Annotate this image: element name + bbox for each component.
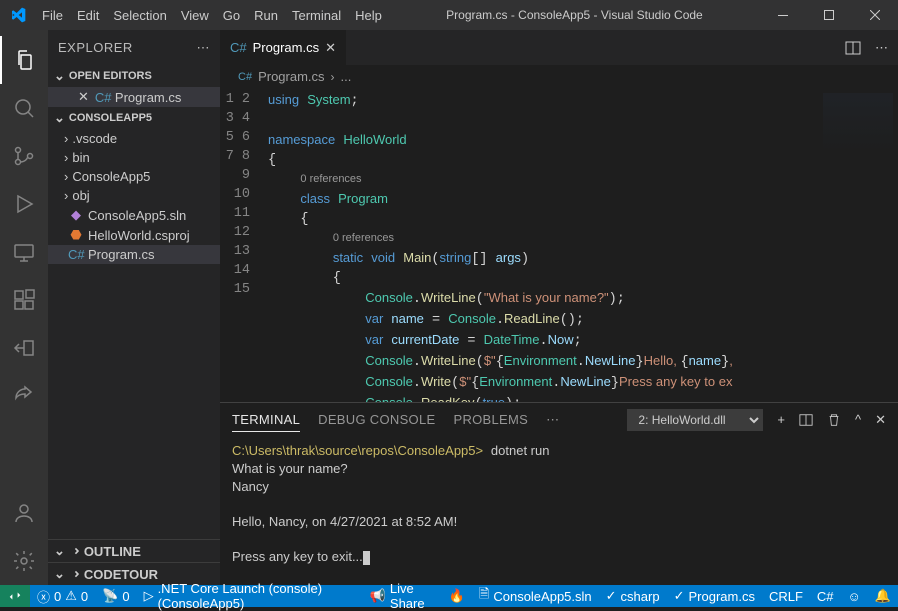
vscode-logo bbox=[0, 7, 35, 23]
status-flame[interactable]: 🔥 bbox=[442, 585, 472, 607]
maximize-button[interactable] bbox=[806, 0, 852, 30]
panel: TERMINAL DEBUG CONSOLE PROBLEMS ⋯ 2: Hel… bbox=[220, 402, 898, 585]
debug-console-tab[interactable]: DEBUG CONSOLE bbox=[318, 412, 435, 427]
explorer-icon[interactable] bbox=[0, 36, 48, 84]
remote-window-icon[interactable] bbox=[0, 324, 48, 372]
explorer-more-icon[interactable]: ⋯ bbox=[197, 40, 211, 56]
editor-area: C# Program.cs ✕ ⋯ C# Program.cs › ... 1 … bbox=[220, 30, 898, 585]
breadcrumb-item[interactable]: Program.cs bbox=[258, 69, 324, 84]
maximize-panel-icon[interactable]: ^ bbox=[855, 412, 861, 427]
menu-edit[interactable]: Edit bbox=[70, 8, 106, 23]
tree-item[interactable]: .vscode bbox=[48, 129, 220, 148]
status-errors[interactable]: ⓧ 0 ⚠ 0 bbox=[30, 587, 95, 606]
explorer-title: EXPLORER bbox=[58, 40, 133, 55]
close-tab-icon[interactable]: ✕ bbox=[325, 40, 336, 56]
terminal-selector[interactable]: 2: HelloWorld.dll bbox=[627, 409, 763, 431]
problems-tab[interactable]: PROBLEMS bbox=[453, 412, 528, 427]
tab-label: Program.cs bbox=[253, 40, 319, 55]
split-editor-icon[interactable] bbox=[845, 40, 861, 56]
tree-item[interactable]: ◆ConsoleApp5.sln bbox=[48, 205, 220, 225]
csharp-icon: C# bbox=[238, 71, 252, 83]
status-csharp[interactable]: ✓ csharp bbox=[599, 585, 667, 607]
status-ports[interactable]: 📡 0 bbox=[95, 588, 136, 604]
terminal-output[interactable]: C:\Users\thrak\source\repos\ConsoleApp5>… bbox=[220, 436, 898, 585]
menu-go[interactable]: Go bbox=[216, 8, 247, 23]
menu-run[interactable]: Run bbox=[247, 8, 285, 23]
run-debug-icon[interactable] bbox=[0, 180, 48, 228]
menu-selection[interactable]: Selection bbox=[106, 8, 173, 23]
csharp-icon: C# bbox=[95, 90, 111, 105]
status-eol[interactable]: CRLF bbox=[762, 585, 810, 607]
kill-terminal-icon[interactable] bbox=[827, 413, 841, 427]
menu-file[interactable]: File bbox=[35, 8, 70, 23]
tree-item[interactable]: ⬣HelloWorld.csproj bbox=[48, 225, 220, 245]
file-label: Program.cs bbox=[115, 90, 181, 105]
close-panel-icon[interactable]: ✕ bbox=[875, 412, 886, 428]
tree-item[interactable]: obj bbox=[48, 186, 220, 205]
status-bar: ⓧ 0 ⚠ 0 📡 0 ▷ .NET Core Launch (console)… bbox=[0, 585, 898, 607]
project-section[interactable]: CONSOLEAPP5 bbox=[48, 107, 220, 129]
status-feedback-icon[interactable]: ☺ bbox=[841, 585, 868, 607]
breadcrumb[interactable]: C# Program.cs › ... bbox=[220, 65, 898, 88]
panel-more-icon[interactable]: ⋯ bbox=[546, 412, 559, 428]
split-terminal-icon[interactable] bbox=[799, 413, 813, 427]
tree-item[interactable]: bin bbox=[48, 148, 220, 167]
new-terminal-icon[interactable]: + bbox=[777, 412, 785, 427]
menu-view[interactable]: View bbox=[174, 8, 216, 23]
status-sln[interactable]: 🗎 ConsoleApp5.sln bbox=[472, 585, 599, 607]
open-editors-section[interactable]: OPEN EDITORS bbox=[48, 65, 220, 87]
window-title: Program.cs - ConsoleApp5 - Visual Studio… bbox=[389, 8, 760, 22]
menu-terminal[interactable]: Terminal bbox=[285, 8, 348, 23]
sidebar: EXPLORER ⋯ OPEN EDITORS ✕ C# Program.cs … bbox=[48, 30, 220, 585]
status-lang[interactable]: C# bbox=[810, 585, 841, 607]
source-control-icon[interactable] bbox=[0, 132, 48, 180]
share-icon[interactable] bbox=[0, 372, 48, 420]
close-editor-icon[interactable]: ✕ bbox=[78, 89, 89, 105]
open-editor-item[interactable]: ✕ C# Program.cs bbox=[48, 87, 220, 107]
minimap[interactable] bbox=[818, 88, 898, 402]
breadcrumb-item[interactable]: ... bbox=[341, 69, 352, 84]
settings-icon[interactable] bbox=[0, 537, 48, 585]
line-gutter: 1 2 3 4 5 6 7 8 9 10 11 12 13 14 15 bbox=[220, 88, 268, 402]
minimize-button[interactable] bbox=[760, 0, 806, 30]
tree-item[interactable]: C#Program.cs bbox=[48, 245, 220, 264]
editor-tabs: C# Program.cs ✕ ⋯ bbox=[220, 30, 898, 65]
tab-program-cs[interactable]: C# Program.cs ✕ bbox=[220, 30, 346, 65]
status-bell-icon[interactable]: 🔔 bbox=[868, 585, 898, 607]
sidebar-header: EXPLORER ⋯ bbox=[48, 30, 220, 65]
account-icon[interactable] bbox=[0, 489, 48, 537]
remote-indicator[interactable] bbox=[0, 585, 30, 607]
title-bar: File Edit Selection View Go Run Terminal… bbox=[0, 0, 898, 30]
menu-bar: File Edit Selection View Go Run Terminal… bbox=[35, 8, 389, 23]
terminal-tab[interactable]: TERMINAL bbox=[232, 412, 300, 432]
extensions-icon[interactable] bbox=[0, 276, 48, 324]
csharp-icon: C# bbox=[230, 40, 247, 55]
remote-explorer-icon[interactable] bbox=[0, 228, 48, 276]
close-button[interactable] bbox=[852, 0, 898, 30]
search-icon[interactable] bbox=[0, 84, 48, 132]
code-editor[interactable]: using System; namespace HelloWorld { 0 r… bbox=[268, 88, 818, 402]
status-program[interactable]: ✓ Program.cs bbox=[667, 585, 762, 607]
editor-more-icon[interactable]: ⋯ bbox=[875, 40, 888, 56]
activity-bar bbox=[0, 30, 48, 585]
outline-section[interactable]: ⌄OUTLINE bbox=[48, 539, 220, 562]
menu-help[interactable]: Help bbox=[348, 8, 389, 23]
tree-item[interactable]: ConsoleApp5 bbox=[48, 167, 220, 186]
